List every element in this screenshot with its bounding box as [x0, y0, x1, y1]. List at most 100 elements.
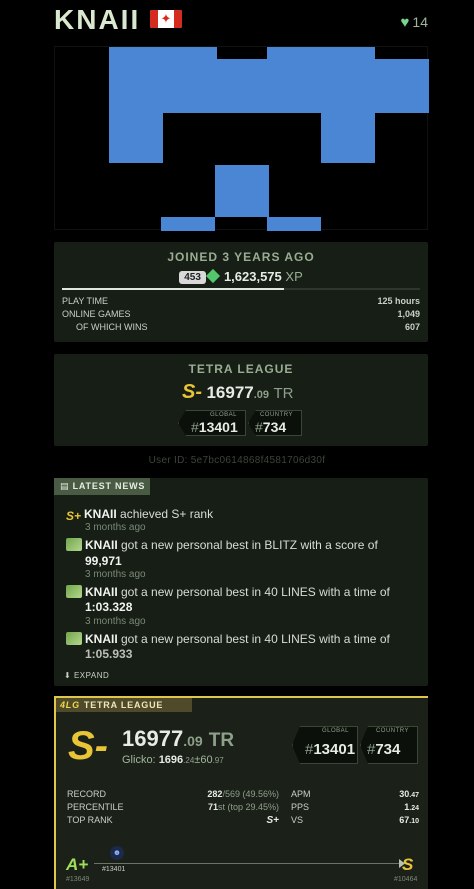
top-rank-label: TOP RANK [67, 815, 113, 825]
news-item[interactable]: KNAII got a new personal best in 40 LINE… [66, 584, 422, 600]
glicko-label: Glicko: [122, 754, 156, 766]
likes-counter[interactable]: ♥ 14 [401, 14, 428, 31]
rank-progress-line [94, 863, 400, 864]
news-value: 99,971 [85, 554, 122, 568]
league-tr-row: S- 16977.09 TR [182, 381, 362, 405]
country-rank: #734 [255, 419, 287, 435]
money-icon [66, 538, 82, 551]
expand-label: EXPAND [73, 671, 110, 680]
country-rank-box: COUNTRY #734 [248, 410, 302, 436]
tr-int: 16977 [122, 726, 184, 751]
avatar-block [109, 113, 163, 163]
tr-unit: TR [208, 730, 235, 751]
likes-count: 14 [412, 14, 428, 30]
flag-icon-canada: ✦ [150, 10, 182, 28]
tl-stat-row: PERCENTILE 71st (top 29.45%) PPS 1.24 [67, 801, 419, 814]
stat-value: 1,049 [397, 309, 420, 319]
prev-rank-number: #13649 [66, 876, 90, 883]
news-tab: ▤ LATEST NEWS [54, 478, 150, 495]
money-icon [66, 632, 82, 645]
avatar-block [321, 113, 375, 163]
apm-value: 30.47 [399, 789, 419, 799]
tl-stat-row: TOP RANK S+ VS 67.10 [67, 814, 419, 827]
profile-header: KNAII ✦ ♥ 14 [0, 0, 474, 44]
vs-value: 67.10 [399, 815, 419, 825]
avatar-marker: ☻ [110, 846, 124, 860]
rank-s-minus-icon: S- [68, 724, 108, 768]
tl-country-rank-box: COUNTRY #734 [360, 726, 418, 764]
profile-stats-panel: JOINED 3 YEARS AGO 453 1,623,575 XP PLAY … [54, 242, 428, 342]
news-text: got a new personal best in BLITZ with a … [117, 538, 378, 552]
country-label: COUNTRY [375, 728, 409, 734]
news-value: 1:03.328 [85, 600, 133, 614]
record-label: RECORD [67, 789, 107, 799]
xp-progress-fill [62, 288, 284, 290]
arrow-down-icon: ⬇ [64, 671, 74, 680]
xp-progress-bar [62, 288, 420, 290]
news-text: got a new personal best in 40 LINES with… [117, 632, 390, 646]
news-value: 1:05.933 [85, 647, 133, 661]
country-rank: #734 [367, 741, 401, 758]
news-tab-label: LATEST NEWS [72, 481, 146, 491]
next-rank-icon: S [402, 855, 414, 874]
news-item[interactable]: KNAII got a new personal best in 40 LINE… [66, 631, 422, 647]
news-text: got a new personal best in 40 LINES with… [117, 585, 390, 599]
glicko-int: 1696 [158, 754, 184, 766]
stat-value: 607 [404, 322, 420, 332]
record-value: 282/569 (49.56%) [207, 789, 279, 799]
rank-icon: S- [182, 381, 202, 403]
flag-left-bar [150, 10, 158, 28]
flag-right-bar [174, 10, 182, 28]
mode-badge: 4LG [60, 700, 80, 710]
news-item[interactable]: KNAII got a new personal best in BLITZ w… [66, 537, 422, 553]
news-time: 3 months ago [85, 522, 146, 533]
stat-label: ONLINE GAMES [62, 309, 131, 319]
expand-button[interactable]: ⬇ EXPAND [64, 671, 109, 680]
stat-label: OF WHICH WINS [76, 322, 148, 332]
glicko-value: Glicko: 1696.24±60.97 [122, 754, 224, 766]
avatar-block [267, 47, 375, 59]
prev-rank-icon: A+ [66, 855, 89, 874]
level-badge: 453 [179, 271, 206, 284]
news-item[interactable]: S+ KNAII achieved S+ rank [66, 506, 422, 523]
gem-icon [205, 268, 221, 284]
tetra-league-tab: 4LG TETRA LEAGUE [56, 698, 192, 712]
heart-icon: ♥ [400, 14, 410, 31]
tl-global-rank-box: GLOBAL #13401 [292, 726, 358, 764]
news-text: achieved S+ rank [116, 507, 214, 521]
avatar-block [109, 59, 429, 113]
tl-tr-value: 16977.09 TR [122, 726, 234, 752]
tetra-league-panel: 4LG TETRA LEAGUE S- 16977.09 TR Glicko: 1… [54, 696, 428, 889]
avatar-art [109, 47, 429, 231]
league-summary-panel[interactable]: TETRA LEAGUE S- 16977.09 TR GLOBAL #1340… [54, 354, 428, 446]
stat-label: PLAY TIME [62, 296, 109, 306]
maple-leaf-icon: ✦ [160, 11, 172, 26]
top-rank-value: S+ [266, 815, 279, 826]
news-user: KNAII [84, 507, 117, 521]
stat-row: PLAY TIME 125 hours [62, 295, 420, 308]
avatar-block [161, 217, 215, 231]
glicko-rd-dec: .97 [212, 756, 224, 765]
money-icon [66, 585, 82, 598]
country-label: COUNTRY [259, 412, 293, 418]
tr-decimal: .09 [183, 733, 203, 749]
avatar-block [109, 47, 217, 59]
joined-text: JOINED 3 YEARS AGO [167, 250, 315, 264]
global-label: GLOBAL [209, 412, 237, 418]
user-id: User ID: 5e7bc0614868f4581706d30f [148, 455, 326, 466]
league-title: TETRA LEAGUE [188, 362, 294, 376]
tr-decimal: .09 [253, 389, 270, 401]
tetra-league-tab-label: TETRA LEAGUE [83, 700, 164, 710]
next-rank-number: #10464 [394, 876, 418, 883]
glicko-rd: ±60 [194, 754, 213, 766]
news-user: KNAII [85, 632, 118, 646]
tl-stat-row: RECORD 282/569 (49.56%) APM 30.47 [67, 788, 419, 801]
global-rank: #13401 [191, 419, 238, 435]
global-rank-box: GLOBAL #13401 [178, 410, 246, 436]
stat-row: ONLINE GAMES 1,049 [62, 308, 420, 321]
global-label: GLOBAL [321, 728, 349, 734]
global-rank: #13401 [305, 741, 356, 758]
avatar-block [267, 217, 321, 231]
news-user: KNAII [85, 538, 118, 552]
news-time: 3 months ago [85, 616, 146, 627]
